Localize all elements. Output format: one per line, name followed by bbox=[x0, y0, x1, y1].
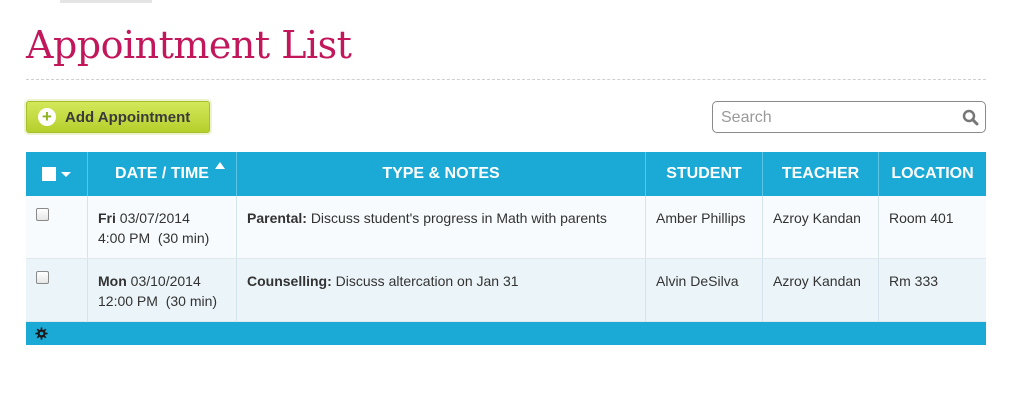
column-header-student[interactable]: STUDENT bbox=[646, 152, 763, 196]
column-header-location[interactable]: LOCATION bbox=[879, 152, 986, 196]
page-title: Appointment List bbox=[26, 23, 352, 67]
appointment-day: Fri bbox=[98, 210, 116, 226]
type-notes-cell: Counselling: Discuss altercation on Jan … bbox=[237, 259, 646, 321]
add-appointment-button[interactable]: + Add Appointment bbox=[26, 101, 210, 133]
student-cell: Alvin DeSilva bbox=[646, 259, 763, 321]
appointment-type: Parental: bbox=[247, 210, 307, 226]
appointment-time: 4:00 PM bbox=[98, 230, 151, 246]
select-all-control[interactable] bbox=[26, 152, 88, 196]
appointment-notes: Discuss altercation on Jan 31 bbox=[335, 273, 519, 289]
appointment-type: Counselling: bbox=[247, 273, 332, 289]
column-header-date-time[interactable]: DATE / TIME bbox=[88, 152, 237, 196]
appointment-notes: Discuss student's progress in Math with … bbox=[310, 210, 607, 226]
table-footer bbox=[26, 322, 986, 345]
location-cell: Room 401 bbox=[889, 210, 954, 226]
column-label: STUDENT bbox=[666, 165, 742, 182]
table-row[interactable]: Mon 03/10/2014 12:00 PM (30 min) Counsel… bbox=[26, 259, 986, 322]
teacher-cell: Azroy Kandan bbox=[763, 196, 879, 258]
appointment-date: 03/07/2014 bbox=[119, 210, 190, 226]
row-checkbox[interactable] bbox=[36, 208, 49, 221]
add-appointment-label: Add Appointment bbox=[65, 108, 191, 126]
appointment-day: Mon bbox=[98, 273, 127, 289]
location-cell: Rm 333 bbox=[889, 273, 939, 289]
sort-ascending-icon bbox=[215, 162, 225, 169]
magnifier-icon[interactable] bbox=[962, 109, 979, 126]
date-time-cell: Mon 03/10/2014 12:00 PM (30 min) bbox=[88, 259, 237, 321]
page: Appointment List + Add Appointment DATE … bbox=[0, 0, 1025, 402]
row-checkbox-cell bbox=[26, 196, 88, 258]
table-row[interactable]: Fri 03/07/2014 4:00 PM (30 min) Parental… bbox=[26, 196, 986, 259]
column-label: DATE / TIME bbox=[115, 165, 209, 182]
column-label: LOCATION bbox=[891, 165, 974, 182]
table-header: DATE / TIME TYPE & NOTES STUDENT TEACHER… bbox=[26, 152, 986, 196]
appointment-date: 03/10/2014 bbox=[130, 273, 201, 289]
student-cell: Amber Phillips bbox=[646, 196, 763, 258]
column-header-type-notes[interactable]: TYPE & NOTES bbox=[237, 152, 646, 196]
type-notes-cell: Parental: Discuss student's progress in … bbox=[237, 196, 646, 258]
title-divider bbox=[26, 79, 986, 80]
appointment-time: 12:00 PM bbox=[98, 293, 158, 309]
top-divider bbox=[60, 0, 152, 3]
column-header-teacher[interactable]: TEACHER bbox=[763, 152, 879, 196]
column-label: TYPE & NOTES bbox=[382, 165, 500, 182]
date-time-cell: Fri 03/07/2014 4:00 PM (30 min) bbox=[88, 196, 237, 258]
appointment-duration: (30 min) bbox=[157, 230, 210, 246]
chevron-down-icon[interactable] bbox=[61, 171, 71, 177]
column-label: TEACHER bbox=[781, 165, 860, 182]
teacher-cell: Azroy Kandan bbox=[763, 259, 879, 321]
select-all-checkbox[interactable] bbox=[42, 167, 56, 181]
plus-circle-icon: + bbox=[38, 108, 56, 126]
appointments-table: DATE / TIME TYPE & NOTES STUDENT TEACHER… bbox=[26, 152, 986, 345]
search-input[interactable] bbox=[719, 106, 953, 130]
gear-icon[interactable] bbox=[35, 327, 48, 340]
row-checkbox-cell bbox=[26, 259, 88, 321]
search-box[interactable] bbox=[712, 101, 986, 133]
appointment-duration: (30 min) bbox=[165, 293, 218, 309]
row-checkbox[interactable] bbox=[36, 271, 49, 284]
